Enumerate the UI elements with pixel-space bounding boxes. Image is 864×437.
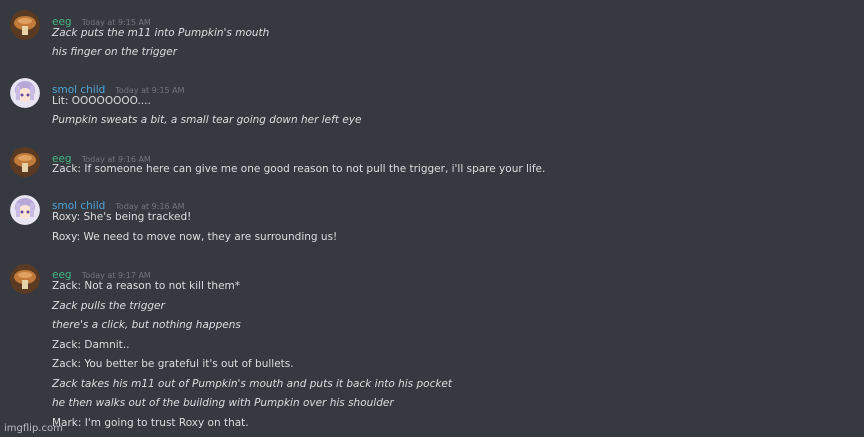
watermark: imgflip.com (4, 423, 63, 434)
anime-girl-avatar[interactable] (10, 78, 40, 108)
message-line: Zack: Not a reason to not kill them* (52, 280, 241, 292)
mushroom-avatar[interactable] (10, 264, 40, 294)
anime-girl-avatar[interactable] (10, 195, 40, 225)
message-line: Zack puts the m11 into Pumpkin's mouth (52, 27, 270, 39)
mushroom-avatar[interactable] (10, 10, 40, 40)
message-line: Roxy: She's being tracked! (52, 211, 192, 223)
mushroom-avatar[interactable] (10, 147, 40, 177)
message-line: Pumpkin sweats a bit, a small tear going… (52, 114, 362, 126)
message-line: Mark: I'm going to trust Roxy on that. (52, 417, 249, 429)
message-line: Zack: Damnit.. (52, 339, 130, 351)
message-line: Roxy: We need to move now, they are surr… (52, 231, 338, 243)
message-line: his finger on the trigger (52, 46, 178, 58)
message-line: Lit: OOOOOOOO.... (52, 95, 151, 107)
message-line: Zack: If someone here can give me one go… (52, 163, 546, 175)
message-line: Zack pulls the trigger (52, 300, 165, 312)
message-line: Zack takes his m11 out of Pumpkin's mout… (52, 378, 453, 390)
message-line: Zack: You better be grateful it's out of… (52, 358, 294, 370)
message-line: he then walks out of the building with P… (52, 397, 394, 409)
message-line: there's a click, but nothing happens (52, 319, 241, 331)
